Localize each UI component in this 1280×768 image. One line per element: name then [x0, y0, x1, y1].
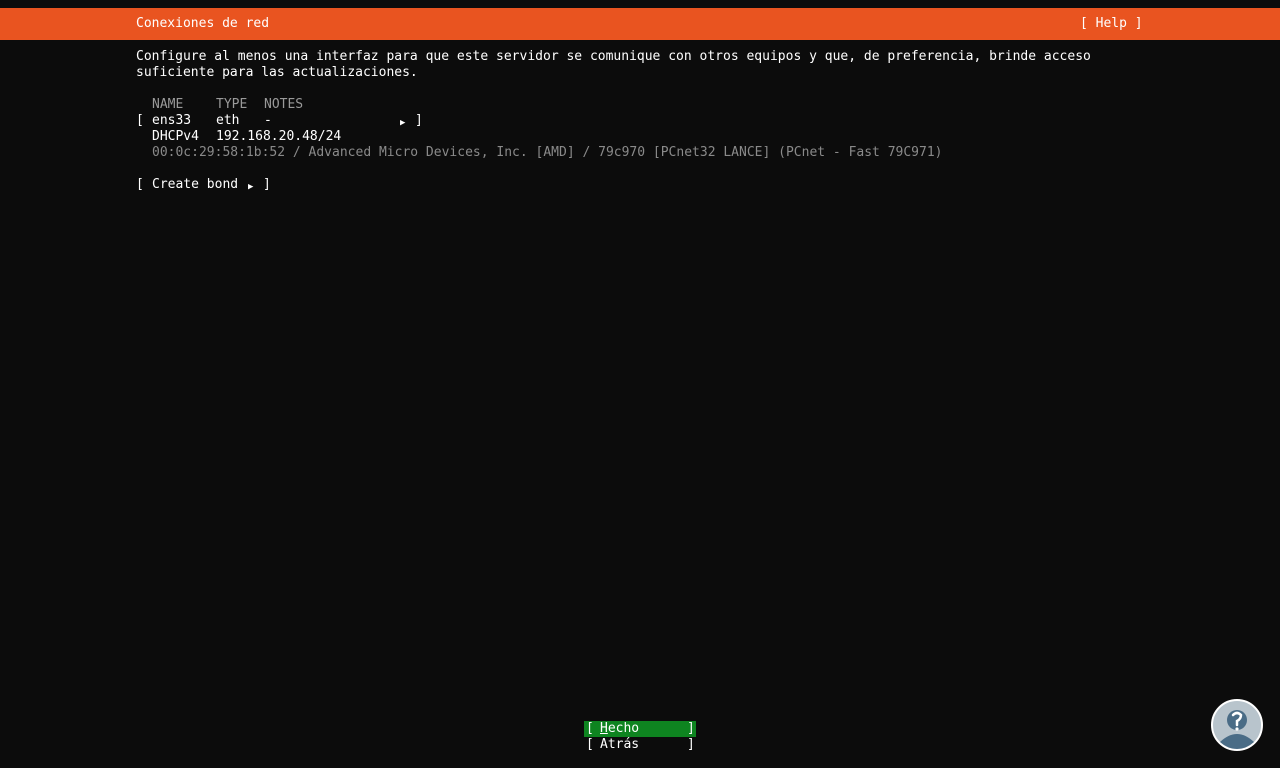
interface-name: ens33	[152, 113, 192, 128]
done-accel-key: H	[600, 721, 608, 736]
done-open-bracket: [	[586, 721, 594, 736]
ip-address: 192.168.20.48/24	[216, 129, 342, 144]
interface-type: eth	[216, 113, 240, 128]
interface-row-ens33[interactable]: [ ens33 eth - ▶ ]	[136, 113, 426, 129]
header-bar: Conexiones de red [ Help ]	[0, 8, 1280, 40]
column-header-notes: NOTES	[264, 97, 304, 112]
column-header-type: TYPE	[216, 97, 248, 112]
help-button[interactable]: [ Help ]	[1080, 16, 1143, 32]
back-label: Atrás	[600, 737, 640, 752]
page-title: Conexiones de red	[136, 16, 270, 31]
interface-hw-info-row: 00:0c:29:58:1b:52 / Advanced Micro Devic…	[136, 145, 943, 177]
done-label: Hecho	[600, 721, 639, 737]
back-open-bracket: [	[586, 737, 594, 752]
address-method: DHCPv4	[152, 129, 199, 144]
description-text: Configure al menos una interfaz para que…	[136, 49, 1091, 80]
back-button[interactable]: [ Atrás ]	[584, 737, 696, 753]
row-open-bracket: [	[136, 113, 144, 128]
create-bond-button[interactable]: [ Create bond ▶ ]	[136, 177, 272, 193]
create-bond-arrow-icon: ▶	[248, 182, 254, 192]
back-close-bracket: ]	[687, 737, 695, 752]
person-circle-logo-icon	[1210, 698, 1264, 752]
column-header-name: NAME	[152, 97, 184, 112]
hardware-info: 00:0c:29:58:1b:52 / Advanced Micro Devic…	[152, 145, 943, 160]
row-close-bracket: ]	[415, 113, 423, 128]
create-bond-close-bracket: ]	[263, 177, 271, 192]
menu-arrow-icon[interactable]: ▶	[400, 115, 405, 131]
done-button[interactable]: [ Hecho ]	[584, 721, 696, 737]
done-close-bracket: ]	[687, 721, 695, 736]
done-label-rest: echo	[607, 721, 640, 736]
create-bond-open-bracket: [	[136, 177, 144, 192]
create-bond-label: Create bond	[152, 177, 239, 192]
interface-notes: -	[264, 113, 272, 128]
